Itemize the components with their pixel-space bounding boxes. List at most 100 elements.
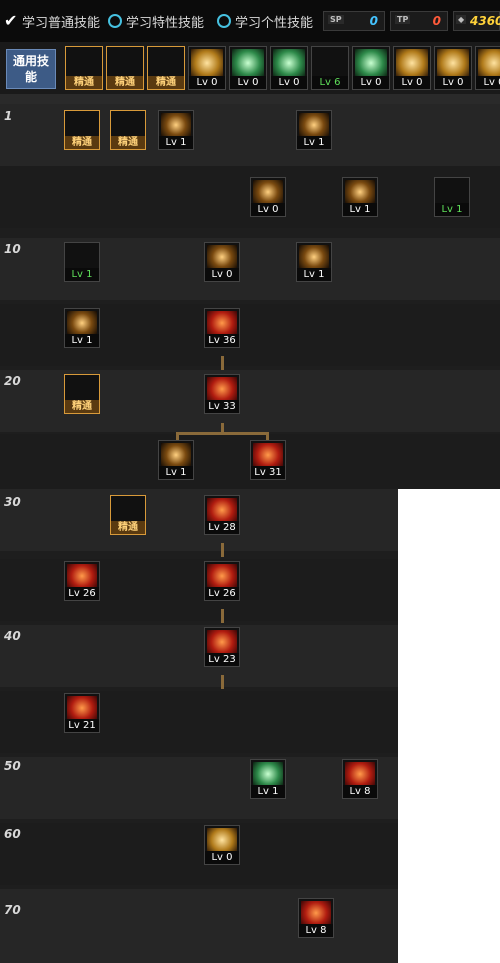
general-skill-slot[interactable]: Lv 0 [434, 46, 472, 90]
tree-connector [266, 432, 269, 440]
skill-slot[interactable]: 精通 [64, 110, 100, 150]
skill-level-label: Lv 0 [476, 76, 500, 89]
level-label-30: 30 [4, 495, 21, 509]
skill-icon [67, 377, 97, 401]
level-label-1: 1 [4, 109, 13, 123]
tree-connector [221, 356, 224, 370]
skill-slot[interactable]: Lv 1 [342, 177, 378, 217]
skill-icon [191, 49, 223, 77]
skill-level-label: 精通 [65, 400, 99, 413]
skill-level-label: Lv 1 [159, 466, 193, 479]
tree-connector [176, 432, 179, 440]
skill-slot[interactable]: Lv 1 [158, 110, 194, 150]
skill-icon [345, 762, 375, 786]
option-label: 学习特性技能 [126, 15, 205, 31]
skill-level-label: 精通 [148, 76, 184, 89]
skill-icon [355, 49, 387, 77]
general-skill-slot[interactable]: 精通 [147, 46, 185, 90]
skill-level-label: Lv 26 [205, 587, 239, 600]
general-skill-slot[interactable]: Lv 0 [475, 46, 500, 90]
skill-slot[interactable]: Lv 21 [64, 693, 100, 733]
skill-level-label: Lv 21 [65, 719, 99, 732]
skill-icon [67, 245, 97, 269]
skill-slot[interactable]: Lv 8 [342, 759, 378, 799]
sp-value: 0 [369, 14, 378, 28]
skill-slot[interactable]: Lv 8 [298, 898, 334, 938]
skill-icon [207, 245, 237, 269]
skill-slot[interactable]: Lv 1 [250, 759, 286, 799]
skill-slot[interactable]: 精通 [64, 374, 100, 414]
skill-icon [253, 443, 283, 467]
skill-slot[interactable]: Lv 1 [434, 177, 470, 217]
skill-icon [67, 696, 97, 720]
skill-icon [437, 180, 467, 204]
skill-level-label: Lv 1 [297, 268, 331, 281]
general-skill-slot[interactable]: Lv 0 [229, 46, 267, 90]
skill-slot[interactable]: Lv 0 [204, 242, 240, 282]
skill-slot[interactable]: Lv 1 [296, 242, 332, 282]
general-skill-slot[interactable]: Lv 0 [270, 46, 308, 90]
general-skill-slot[interactable]: Lv 0 [352, 46, 390, 90]
skill-icon [253, 762, 283, 786]
skill-slot[interactable]: Lv 31 [250, 440, 286, 480]
skill-level-label: Lv 0 [230, 76, 266, 89]
skill-level-label: 精通 [66, 76, 102, 89]
option-label: 学习普通技能 [22, 15, 101, 31]
tree-connector [221, 543, 224, 557]
skill-icon [301, 901, 331, 925]
skill-icon [207, 828, 237, 852]
learn-personal-option[interactable]: 学习个性技能 [217, 12, 314, 31]
skill-level-label: Lv 8 [343, 785, 377, 798]
skill-slot[interactable]: Lv 26 [64, 561, 100, 601]
skill-slot[interactable]: Lv 0 [250, 177, 286, 217]
skill-level-label: Lv 6 [312, 76, 348, 89]
skill-level-label: Lv 26 [65, 587, 99, 600]
skill-level-label: 精通 [111, 521, 145, 534]
tree-connector [176, 432, 268, 435]
skill-icon [67, 564, 97, 588]
general-skill-slot[interactable]: Lv 0 [393, 46, 431, 90]
skill-slot[interactable]: Lv 28 [204, 495, 240, 535]
skill-slot[interactable]: Lv 23 [204, 627, 240, 667]
skill-slot[interactable]: Lv 33 [204, 374, 240, 414]
skill-slot[interactable]: Lv 1 [64, 308, 100, 348]
skill-icon [396, 49, 428, 77]
tp-points: TP 0 [390, 11, 448, 31]
tp-tag: TP [395, 15, 411, 24]
general-skill-slot[interactable]: 精通 [106, 46, 144, 90]
gold-value: 4360 [470, 14, 500, 28]
skill-slot[interactable]: 精通 [110, 495, 146, 535]
divider [0, 94, 500, 104]
skill-icon [478, 49, 500, 77]
level-label-20: 20 [4, 374, 21, 388]
skill-slot[interactable]: 精通 [110, 110, 146, 150]
skill-level-label: Lv 23 [205, 653, 239, 666]
skill-slot[interactable]: Lv 1 [158, 440, 194, 480]
skill-level-label: Lv 31 [251, 466, 285, 479]
skill-level-label: Lv 36 [205, 334, 239, 347]
learn-trait-option[interactable]: 学习特性技能 [108, 12, 205, 31]
skill-icon [207, 564, 237, 588]
option-label: 学习个性技能 [235, 15, 314, 31]
level-label-50: 50 [4, 759, 21, 773]
skill-slot[interactable]: Lv 0 [204, 825, 240, 865]
general-skill-slot[interactable]: 精通 [65, 46, 103, 90]
general-skill-slot[interactable]: Lv 6 [311, 46, 349, 90]
general-skill-slot[interactable]: Lv 0 [188, 46, 226, 90]
skill-slot[interactable]: Lv 36 [204, 308, 240, 348]
skill-slot[interactable]: Lv 26 [204, 561, 240, 601]
skill-icon [161, 113, 191, 137]
skill-slot[interactable]: Lv 1 [64, 242, 100, 282]
skill-mode-bar: ✔ 学习普通技能 学习特性技能 学习个性技能 SP 0 TP 0 ◆ 4360 [0, 0, 500, 42]
learn-normal-option[interactable]: ✔ 学习普通技能 [4, 12, 101, 31]
radio-icon [108, 14, 122, 28]
skill-level-label: 精通 [65, 136, 99, 149]
skill-slot[interactable]: Lv 1 [296, 110, 332, 150]
skill-icon [207, 630, 237, 654]
level-label-10: 10 [4, 242, 21, 256]
skill-icon [207, 311, 237, 335]
skill-level-label: 精通 [107, 76, 143, 89]
gold-icon: ◆ [456, 15, 467, 24]
skill-icon [109, 49, 141, 77]
skill-level-label: Lv 1 [65, 334, 99, 347]
